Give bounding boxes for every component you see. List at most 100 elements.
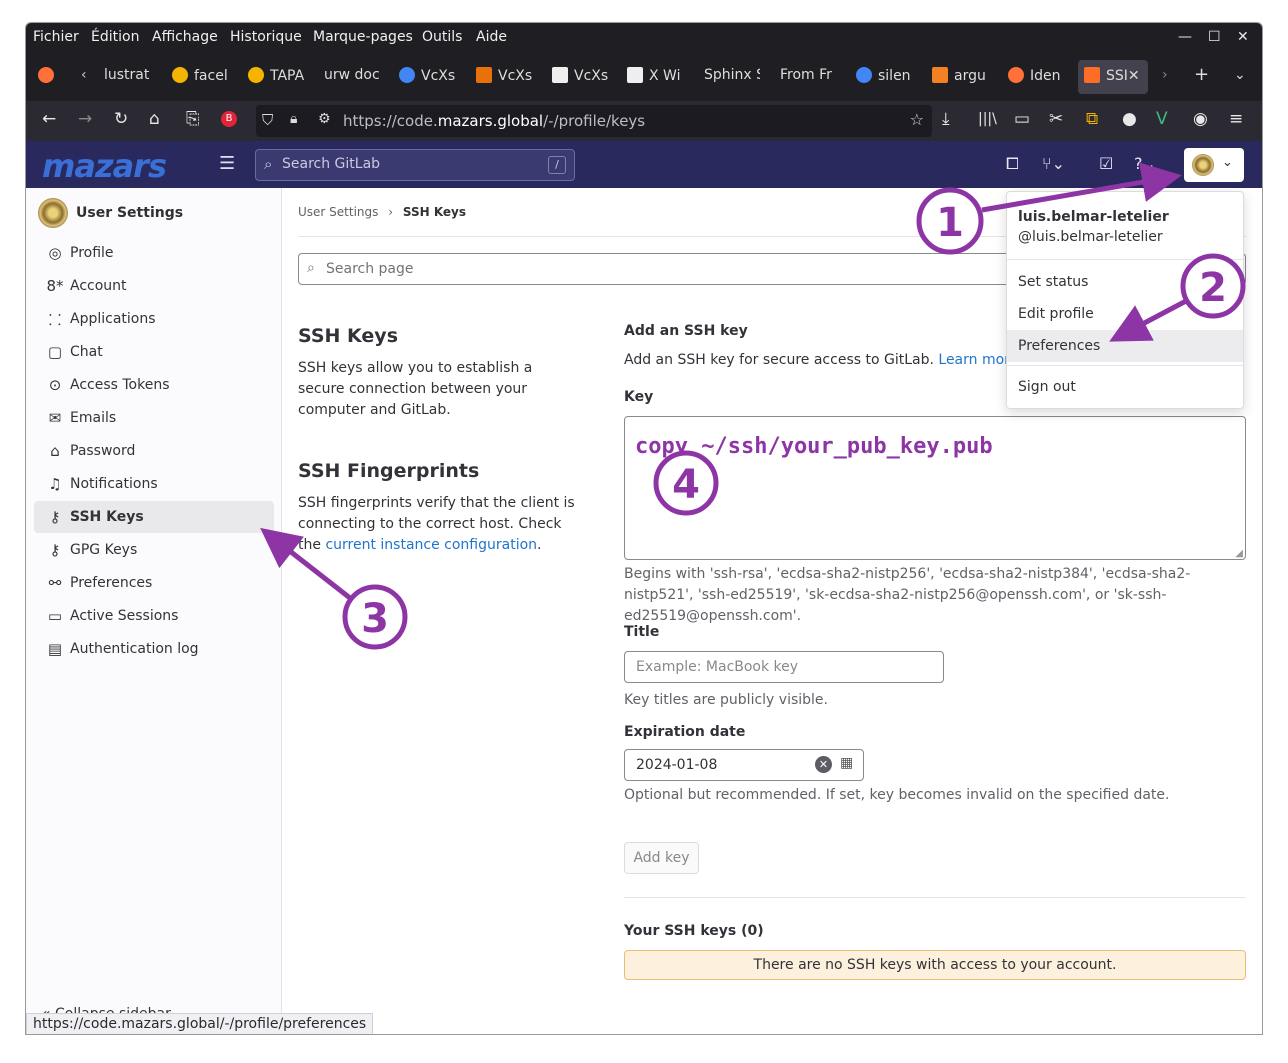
mazars-logo[interactable]: mazars	[42, 147, 167, 185]
app-menu-icon[interactable]: ≡	[1229, 109, 1243, 129]
tab-8[interactable]: X Wi	[627, 67, 683, 84]
minimize-icon[interactable]: —	[1178, 29, 1192, 45]
url-text[interactable]: https://code.mazars.global/-/profile/key…	[343, 112, 645, 130]
downloads-icon[interactable]: ⤓	[942, 109, 950, 129]
tab-12[interactable]: argu	[932, 67, 988, 84]
sidebar-item-profile[interactable]: ◎ Profile	[34, 237, 274, 269]
sidebar-item-password[interactable]: ⌂ Password	[34, 435, 274, 467]
sidebar-item-gpg-keys[interactable]: ⚷ GPG Keys	[34, 534, 274, 566]
firefox-icon[interactable]	[38, 67, 60, 84]
todo-icon[interactable]: ☑	[1099, 154, 1113, 173]
ssh-keys-heading: SSH Keys	[298, 325, 399, 347]
sidebar-item-notifications[interactable]: ♫ Notifications	[34, 468, 274, 500]
menu-marque-pages[interactable]: Marque-pages	[313, 29, 413, 45]
sign-out-item[interactable]: Sign out	[1007, 371, 1243, 403]
sidebar-item-ssh-keys[interactable]: ⚷ SSH Keys	[34, 501, 274, 533]
resize-handle-icon[interactable]: ◢	[1235, 548, 1243, 559]
tab-7[interactable]: VcXs	[552, 67, 608, 84]
user-menu-button[interactable]: ⌄	[1184, 148, 1244, 182]
sidebar-item-chat[interactable]: ▢ Chat	[34, 336, 274, 368]
sidebar-item-applications[interactable]: ⸬ Applications	[34, 303, 274, 335]
sidebar-item-preferences[interactable]: ⚯ Preferences	[34, 567, 274, 599]
menu-historique[interactable]: Historique	[230, 29, 302, 45]
add-ssh-key-heading: Add an SSH key	[624, 323, 748, 339]
tab-4[interactable]: urw doc	[324, 67, 380, 83]
maximize-icon[interactable]: ☐	[1208, 29, 1221, 45]
dropdown-username[interactable]: luis.belmar-letelier	[1018, 209, 1169, 225]
url-bar[interactable]: ⛉ 🔒︎ ⚙ https://code.mazars.global/-/prof…	[256, 105, 932, 137]
home-icon[interactable]: ⌂	[149, 109, 160, 129]
tab-10[interactable]: From Fr	[780, 67, 836, 83]
tab-1[interactable]: lustrat	[104, 67, 156, 83]
screenshot: Fichier Édition Affichage Historique Mar…	[0, 0, 1288, 1063]
permissions-icon[interactable]: ⚙	[318, 111, 331, 127]
back-icon[interactable]: ←	[42, 109, 56, 129]
dropdown-handle[interactable]: @luis.belmar-letelier	[1018, 229, 1163, 245]
new-tab-icon[interactable]: +	[1194, 64, 1209, 85]
edit-profile-item[interactable]: Edit profile	[1007, 298, 1243, 330]
vue-devtools-icon[interactable]: V	[1156, 109, 1168, 129]
menu-fichier[interactable]: Fichier	[33, 29, 79, 45]
forward-icon[interactable]: →	[78, 109, 92, 129]
extension-3-icon[interactable]: ◉	[1193, 109, 1208, 129]
menu-hamburger-icon[interactable]: ☰	[219, 153, 235, 174]
tab-3[interactable]: TAPA	[248, 67, 306, 84]
close-window-icon[interactable]: ✕	[1237, 29, 1249, 45]
account-icon: 8*	[46, 277, 64, 295]
screenshot-icon[interactable]: ✂	[1049, 109, 1063, 129]
breadcrumb-user-settings[interactable]: User Settings	[298, 205, 378, 219]
add-key-button[interactable]: Add key	[624, 842, 699, 874]
sidebar-item-access-tokens[interactable]: ⊙ Access Tokens	[34, 369, 274, 401]
reader-view-icon[interactable]: ▭	[1014, 109, 1030, 129]
extension-b-icon[interactable]: B	[221, 111, 237, 127]
clear-icon[interactable]: ✕	[815, 756, 832, 773]
reload-icon[interactable]: ↻	[114, 109, 128, 129]
search-gitlab-input[interactable]: ⌕ Search GitLab /	[255, 149, 575, 181]
tab-2[interactable]: facel	[172, 67, 230, 84]
bookmark-star-icon[interactable]: ☆	[910, 110, 924, 129]
library-icon[interactable]: |||\	[978, 111, 997, 127]
issues-icon[interactable]: ⧠	[1006, 154, 1019, 174]
tab-scroll-right-icon[interactable]: ›	[1162, 67, 1168, 83]
sidebar-item-authentication-log[interactable]: ▤ Authentication log	[34, 633, 274, 665]
breadcrumb-ssh-keys[interactable]: SSH Keys	[403, 205, 466, 219]
menu-affichage[interactable]: Affichage	[152, 29, 218, 45]
browser-window: Fichier Édition Affichage Historique Mar…	[25, 22, 1263, 1035]
sidebar-item-account[interactable]: 8* Account	[34, 270, 274, 302]
merge-requests-icon[interactable]: ⑂⌄	[1042, 154, 1065, 173]
title-input[interactable]: Example: MacBook key	[624, 651, 944, 683]
menu-outils[interactable]: Outils	[422, 29, 462, 45]
set-status-item[interactable]: Set status	[1007, 266, 1243, 298]
tab-6[interactable]: VcXs	[476, 67, 532, 84]
tab-scroll-left-icon[interactable]: ‹	[81, 67, 87, 83]
instance-configuration-link[interactable]: current instance configuration	[325, 537, 537, 553]
help-icon[interactable]: ?⌄	[1134, 154, 1156, 173]
ssh-fingerprints-heading: SSH Fingerprints	[298, 460, 480, 482]
extension-icon[interactable]: ⧉	[1086, 109, 1098, 129]
key-icon: ⚷	[49, 508, 61, 526]
preferences-item[interactable]: Preferences	[1007, 330, 1243, 362]
expiration-date-input[interactable]: 2024-01-08 ✕ ▦	[624, 749, 864, 781]
expiration-date-label: Expiration date	[624, 724, 746, 740]
menu-edition[interactable]: Édition	[91, 29, 139, 45]
sidebar-item-emails[interactable]: ✉ Emails	[34, 402, 274, 434]
tab-11[interactable]: silen	[856, 67, 912, 84]
calendar-icon[interactable]: ▦	[840, 755, 853, 771]
expiration-help-text: Optional but recommended. If set, key be…	[624, 787, 1170, 803]
key-icon: ⚷	[49, 541, 61, 559]
extension-2-icon[interactable]: ●	[1122, 109, 1137, 129]
tab-9[interactable]: Sphinx S	[704, 67, 760, 83]
bell-icon: ♫	[48, 475, 62, 493]
tab-active-ssh[interactable]: SSI✕	[1078, 60, 1148, 94]
save-page-icon[interactable]: ⎘	[186, 109, 200, 129]
monitor-icon: ▭	[47, 607, 63, 625]
key-label: Key	[624, 389, 654, 405]
lock-icon[interactable]: 🔒︎	[290, 111, 297, 127]
tab-list-icon[interactable]: ⌄	[1234, 67, 1246, 83]
menu-aide[interactable]: Aide	[476, 29, 507, 45]
tab-13[interactable]: Iden	[1008, 67, 1064, 84]
tab-5[interactable]: VcXs	[399, 67, 455, 84]
sidebar-item-active-sessions[interactable]: ▭ Active Sessions	[34, 600, 274, 632]
shield-icon[interactable]: ⛉	[262, 111, 273, 129]
key-textarea[interactable]: copy ~/ssh/your_pub_key.pub ◢	[624, 416, 1246, 560]
